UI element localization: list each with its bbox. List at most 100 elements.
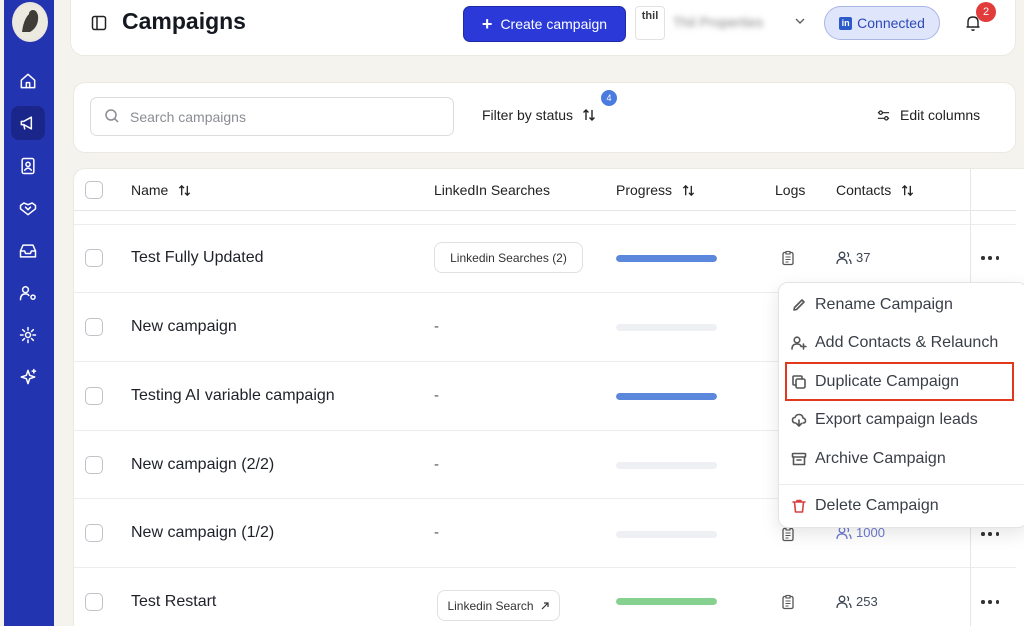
header-divider <box>74 224 1016 225</box>
header-divider <box>74 210 1016 211</box>
row-checkbox[interactable] <box>85 524 103 542</box>
campaign-name[interactable]: New campaign (2/2) <box>131 456 274 474</box>
contacts-count[interactable]: 253 <box>836 594 878 609</box>
contacts-count[interactable]: 37 <box>836 250 870 265</box>
progress-fill <box>616 255 717 262</box>
duplicate-highlight-box <box>785 362 1014 401</box>
external-link-icon <box>541 601 549 609</box>
progress-bar <box>616 531 717 538</box>
column-contacts-label: Contacts <box>836 182 892 198</box>
menu-item-export[interactable]: Export campaign leads <box>791 411 978 429</box>
cloud-download-icon <box>791 413 807 427</box>
chevron-down-icon[interactable] <box>793 14 807 28</box>
sidebar-item-home[interactable] <box>11 64 45 98</box>
row-checkbox[interactable] <box>85 456 103 474</box>
column-header-name[interactable]: Name <box>131 182 192 198</box>
column-progress-label: Progress <box>616 182 673 198</box>
filter-label: Filter by status <box>482 107 574 123</box>
trash-icon <box>792 499 806 513</box>
clipboard-icon[interactable] <box>780 526 796 542</box>
row-divider <box>74 567 1016 568</box>
campaign-name[interactable]: Test Fully Updated <box>131 249 264 267</box>
sidebar-item-settings[interactable] <box>11 318 45 352</box>
edit-columns-button[interactable]: Edit columns <box>876 107 980 123</box>
sort-icon <box>179 184 191 196</box>
row-actions-button[interactable] <box>981 597 999 607</box>
progress-bar <box>616 393 717 400</box>
campaign-name[interactable]: New campaign <box>131 318 237 336</box>
contact-card-icon <box>21 157 35 175</box>
sidebar-item-campaigns[interactable] <box>11 106 45 140</box>
row-checkbox[interactable] <box>85 318 103 336</box>
linkedin-search-empty: - <box>434 318 439 335</box>
megaphone-icon <box>20 116 33 130</box>
menu-item-label: Export campaign leads <box>815 411 978 428</box>
menu-item-label: Add Contacts & Relaunch <box>815 334 999 351</box>
gear-icon <box>19 326 37 344</box>
sidebar-toggle-icon[interactable] <box>91 15 107 31</box>
contacts-value: 37 <box>856 250 871 265</box>
progress-fill <box>616 393 717 400</box>
row-checkbox[interactable] <box>85 249 103 267</box>
sort-icon <box>682 184 695 196</box>
sidebar-item-team[interactable] <box>11 276 45 310</box>
sidebar-item-inbox[interactable] <box>11 234 45 268</box>
sidebar-item-contacts[interactable] <box>11 149 45 183</box>
users-icon <box>836 251 852 264</box>
row-checkbox[interactable] <box>85 593 103 611</box>
app-logo[interactable] <box>12 2 48 42</box>
campaign-name[interactable]: Testing AI variable campaign <box>131 387 335 405</box>
home-icon <box>20 73 36 89</box>
linkedin-connected-badge[interactable]: in Connected <box>824 6 940 40</box>
user-plus-icon <box>791 336 807 350</box>
linkedin-search-chip[interactable]: Linkedin Searches (2) <box>434 242 583 273</box>
menu-divider <box>779 484 1024 485</box>
sidebar-item-deals[interactable] <box>11 191 45 225</box>
campaign-name[interactable]: Test Restart <box>131 593 216 611</box>
archive-icon <box>791 452 807 466</box>
page-title: Campaigns <box>122 8 246 34</box>
sparkles-icon <box>20 368 37 385</box>
edit-columns-label: Edit columns <box>900 107 981 123</box>
linkedin-search-empty: - <box>434 524 439 541</box>
contacts-value: 253 <box>856 594 878 609</box>
search-input[interactable] <box>130 105 440 129</box>
sidebar <box>4 0 54 626</box>
sidebar-item-ai[interactable] <box>11 360 45 394</box>
clipboard-icon[interactable] <box>780 594 796 610</box>
menu-item-rename[interactable]: Rename Campaign <box>791 296 953 314</box>
column-header-linkedin-searches: LinkedIn Searches <box>434 182 550 198</box>
progress-bar <box>616 462 717 469</box>
clipboard-icon[interactable] <box>780 250 796 266</box>
column-header-progress[interactable]: Progress <box>616 182 696 198</box>
menu-item-delete[interactable]: Delete Campaign <box>791 497 939 515</box>
menu-item-archive[interactable]: Archive Campaign <box>791 450 946 468</box>
filter-by-status-button[interactable]: Filter by status <box>482 107 597 123</box>
row-actions-button[interactable] <box>981 529 999 539</box>
row-actions-button[interactable] <box>981 253 999 263</box>
column-header-logs: Logs <box>775 182 806 198</box>
select-all-checkbox[interactable] <box>85 181 103 199</box>
column-header-contacts[interactable]: Contacts <box>836 182 915 198</box>
connected-label: Connected <box>857 15 925 31</box>
column-name-label: Name <box>131 182 169 198</box>
progress-bar <box>616 255 717 262</box>
campaign-name[interactable]: New campaign (1/2) <box>131 524 274 542</box>
linkedin-search-chip[interactable]: Linkedin Search <box>437 590 560 621</box>
menu-item-add-contacts[interactable]: Add Contacts & Relaunch <box>791 334 998 352</box>
user-settings-icon <box>19 286 36 301</box>
notification-count-badge: 2 <box>976 2 996 22</box>
row-actions-menu <box>778 282 1024 528</box>
search-icon <box>105 109 119 123</box>
create-campaign-label: Create campaign <box>500 16 608 32</box>
sort-icon <box>902 184 914 196</box>
org-switcher-name[interactable]: Thil Properties <box>673 14 763 30</box>
linkedin-search-label: Linkedin Search <box>447 598 534 613</box>
users-icon <box>836 595 852 608</box>
progress-bar <box>616 598 717 605</box>
row-checkbox[interactable] <box>85 387 103 405</box>
org-logo[interactable]: thil <box>635 6 665 40</box>
inbox-icon <box>19 244 37 258</box>
create-campaign-button[interactable]: + Create campaign <box>463 6 626 42</box>
linkedin-icon: in <box>839 16 853 30</box>
